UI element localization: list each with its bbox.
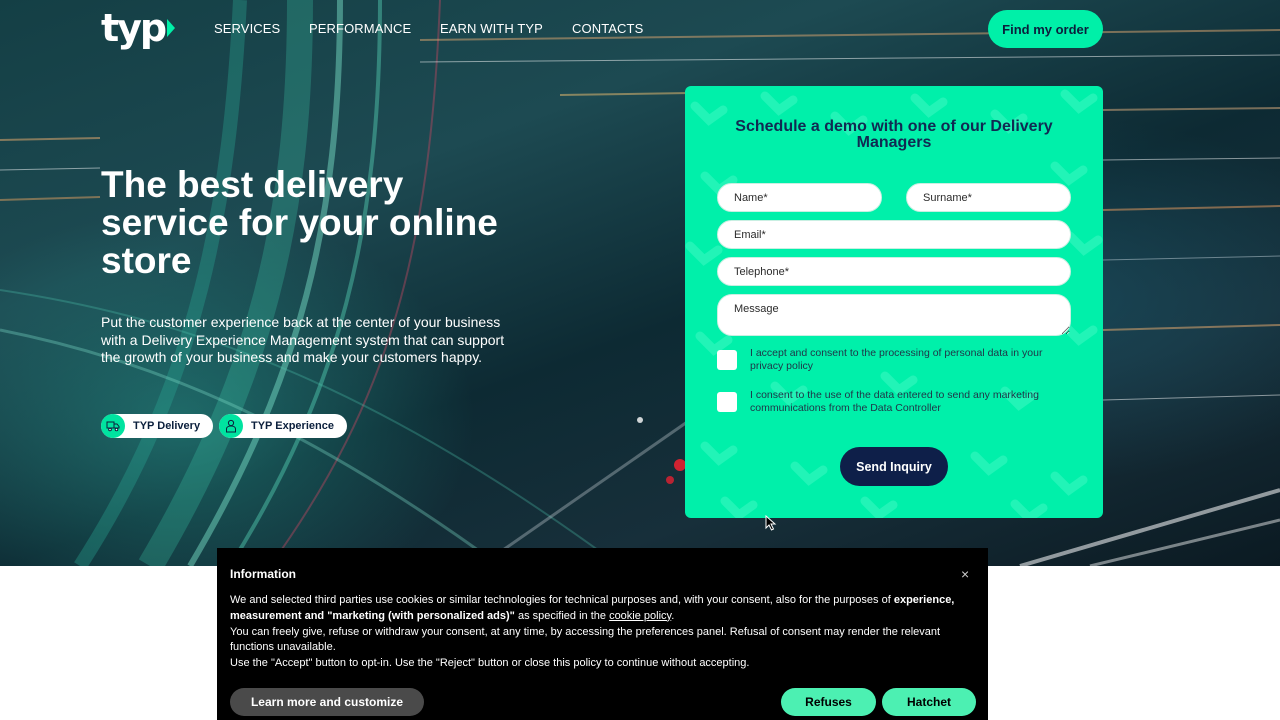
cookie-text-part-2: as specified in the: [514, 609, 610, 622]
hero-subtitle: Put the customer experience back at the …: [101, 314, 505, 365]
typ-experience-label: TYP Experience: [251, 420, 334, 432]
logo-chevron-icon: [167, 19, 176, 37]
cookie-text-part-1: We and selected third parties use cookie…: [230, 594, 894, 606]
cookie-text-part-5: Use the "Accept" button to opt-in. Use t…: [230, 657, 750, 670]
privacy-consent-checkbox[interactable]: [717, 350, 737, 370]
user-icon: [219, 414, 243, 438]
nav-performance[interactable]: PERFORMANCE: [309, 21, 411, 36]
cookie-title: Information: [230, 567, 296, 581]
marketing-consent-label: I consent to the use of the data entered…: [750, 389, 1039, 414]
typ-logo[interactable]: typ: [101, 6, 176, 50]
demo-request-form: Schedule a demo with one of our Delivery…: [685, 86, 1103, 518]
name-field[interactable]: [717, 183, 882, 212]
logo-text: typ: [101, 6, 167, 50]
typ-experience-pill[interactable]: TYP Experience: [219, 414, 347, 438]
cookie-policy-link[interactable]: cookie policy: [609, 610, 671, 622]
send-inquiry-button[interactable]: Send Inquiry: [840, 447, 948, 486]
surname-field[interactable]: [906, 183, 1071, 212]
cookie-text-part-3: .: [671, 609, 675, 622]
find-my-order-button[interactable]: Find my order: [988, 10, 1103, 48]
cookie-banner: Information × We and selected third part…: [217, 548, 988, 720]
telephone-field[interactable]: [717, 257, 1071, 286]
refuse-button[interactable]: Refuses: [781, 688, 876, 716]
nav-services[interactable]: SERVICES: [214, 21, 280, 36]
privacy-consent-label: I accept and consent to the processing o…: [750, 347, 1043, 372]
form-title: Schedule a demo with one of our Delivery…: [735, 118, 1053, 151]
hero-title: The best delivery service for your onlin…: [101, 164, 498, 281]
nav-earn-with-typ[interactable]: EARN WITH TYP: [440, 21, 543, 36]
email-field[interactable]: [717, 220, 1071, 249]
accept-button[interactable]: Hatchet: [882, 688, 976, 716]
close-icon[interactable]: ×: [961, 566, 969, 582]
learn-more-button[interactable]: Learn more and customize: [230, 688, 424, 716]
cookie-text: We and selected third parties use cookie…: [230, 593, 970, 672]
typ-delivery-pill[interactable]: TYP Delivery: [101, 414, 214, 438]
truck-icon: [101, 414, 125, 438]
marketing-consent-checkbox[interactable]: [717, 392, 737, 412]
nav-contacts[interactable]: CONTACTS: [572, 21, 643, 36]
top-navigation: typ SERVICES PERFORMANCE EARN WITH TYP C…: [0, 0, 1280, 58]
typ-delivery-label: TYP Delivery: [133, 420, 201, 432]
message-field[interactable]: [717, 294, 1071, 336]
cookie-text-part-4: You can freely give, refuse or withdraw …: [230, 625, 941, 654]
mouse-cursor-icon: [765, 515, 777, 531]
